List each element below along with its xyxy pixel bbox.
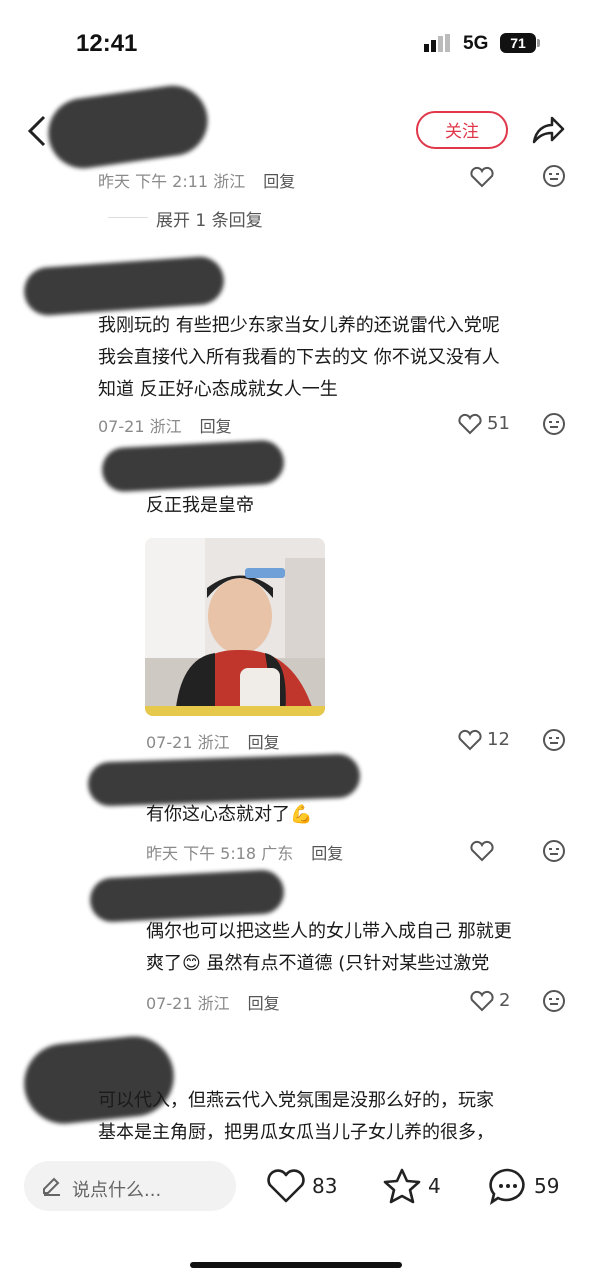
comment-meta: 07-21 浙江 回复 <box>98 417 232 436</box>
emoji-react-icon[interactable] <box>542 412 566 436</box>
expand-replies[interactable]: 展开 1 条回复 <box>156 206 263 231</box>
follow-button[interactable]: 关注 <box>416 111 508 149</box>
star-icon[interactable] <box>382 1166 422 1206</box>
network-label: 5G <box>463 33 489 54</box>
home-indicator <box>190 1262 402 1268</box>
comment-meta: 昨天 下午 2:11 浙江 回复 <box>98 172 296 191</box>
comment-text: 可以代入，但燕云代入党氛围是没那么好的，玩家 基本是主角厨，把男瓜女瓜当儿子女儿… <box>98 1090 494 1143</box>
like-total: 83 <box>312 1174 338 1198</box>
redacted-username <box>100 439 286 493</box>
reply-text: 反正我是皇帝 <box>146 495 254 516</box>
heart-icon[interactable] <box>469 990 495 1012</box>
comment-total: 59 <box>534 1174 560 1198</box>
reply-link[interactable]: 回复 <box>248 733 280 752</box>
reply-link[interactable]: 回复 <box>200 417 232 436</box>
blush-emoji: 😊 <box>182 953 201 974</box>
like-count: 2 <box>499 990 511 1011</box>
comment-bubble-icon[interactable] <box>487 1166 529 1206</box>
battery-indicator: 71 <box>500 33 536 53</box>
reply-link[interactable]: 回复 <box>311 844 343 863</box>
heart-icon[interactable] <box>457 729 483 751</box>
battery-nub <box>537 39 540 47</box>
comment-meta: 昨天 下午 5:18 广东 回复 <box>146 844 344 863</box>
comment-text: 我刚玩的 有些把少东家当女儿养的还说雷代入党呢 我会直接代入所有我看的下去的文 … <box>98 315 500 400</box>
heart-icon[interactable] <box>266 1167 306 1205</box>
emoji-react-icon[interactable] <box>542 728 566 752</box>
heart-icon[interactable] <box>469 166 495 188</box>
reply-link[interactable]: 回复 <box>263 172 295 191</box>
share-icon[interactable] <box>530 114 566 146</box>
back-icon[interactable] <box>26 114 48 148</box>
heart-icon[interactable] <box>457 413 483 435</box>
signal-icon <box>424 34 450 52</box>
reply-link[interactable]: 回复 <box>248 994 280 1013</box>
redacted-username <box>88 868 286 924</box>
redacted-author <box>43 81 213 173</box>
pencil-icon <box>43 1177 60 1196</box>
flex-emoji: 💪 <box>290 804 313 825</box>
reply-text: 有你这心态就对了💪 <box>146 804 313 825</box>
favorite-total: 4 <box>428 1174 441 1198</box>
divider <box>108 217 148 218</box>
reply-image[interactable] <box>145 538 325 716</box>
comment-meta: 07-21 浙江 回复 <box>146 733 280 752</box>
redacted-username <box>22 255 226 317</box>
comment-meta: 07-21 浙江 回复 <box>146 994 280 1013</box>
like-count: 51 <box>487 413 510 434</box>
emoji-react-icon[interactable] <box>542 839 566 863</box>
status-time: 12:41 <box>76 30 138 57</box>
reply-text: 偶尔也可以把这些人的女儿带入成自己 那就更 爽了😊 虽然有点不道德 (只针对某些… <box>146 921 512 974</box>
heart-icon[interactable] <box>469 840 495 862</box>
emoji-react-icon[interactable] <box>542 989 566 1013</box>
comment-input-placeholder: 说点什么... <box>72 1180 162 1201</box>
emoji-react-icon[interactable] <box>542 164 566 188</box>
like-count: 12 <box>487 729 510 750</box>
